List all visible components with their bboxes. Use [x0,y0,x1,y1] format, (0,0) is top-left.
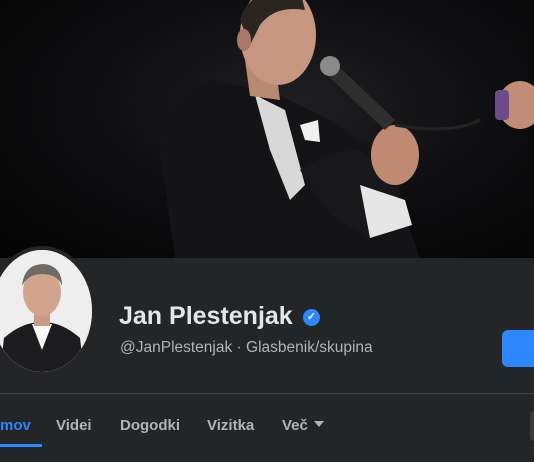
page-title: Jan Plestenjak [119,302,293,330]
tab-home-label: mov [0,417,31,434]
primary-action-button[interactable] [502,330,534,367]
tab-videos[interactable]: Videi [56,404,92,448]
tab-about[interactable]: Vizitka [207,404,254,448]
tab-videos-label: Videi [56,417,92,434]
chevron-down-icon [313,421,324,428]
more-options-button[interactable] [530,411,534,441]
cover-photo[interactable] [0,0,534,258]
tab-events[interactable]: Dogodki [120,404,180,448]
avatar-portrait [0,250,92,372]
tab-more[interactable]: Več [282,404,324,448]
profile-handle-category: @JanPlestenjak · Glasbenik/skupina [120,339,373,356]
tab-home[interactable]: mov [0,404,31,448]
verified-check-icon: ✓ [303,309,320,326]
active-tab-indicator [0,444,42,447]
tab-about-label: Vizitka [207,417,255,434]
tab-events-label: Dogodki [120,417,180,434]
profile-tabs: mov Videi Dogodki Vizitka Več [0,404,534,452]
cover-photo-singer [160,0,534,258]
tab-more-label: Več [282,417,308,434]
divider [0,393,534,394]
